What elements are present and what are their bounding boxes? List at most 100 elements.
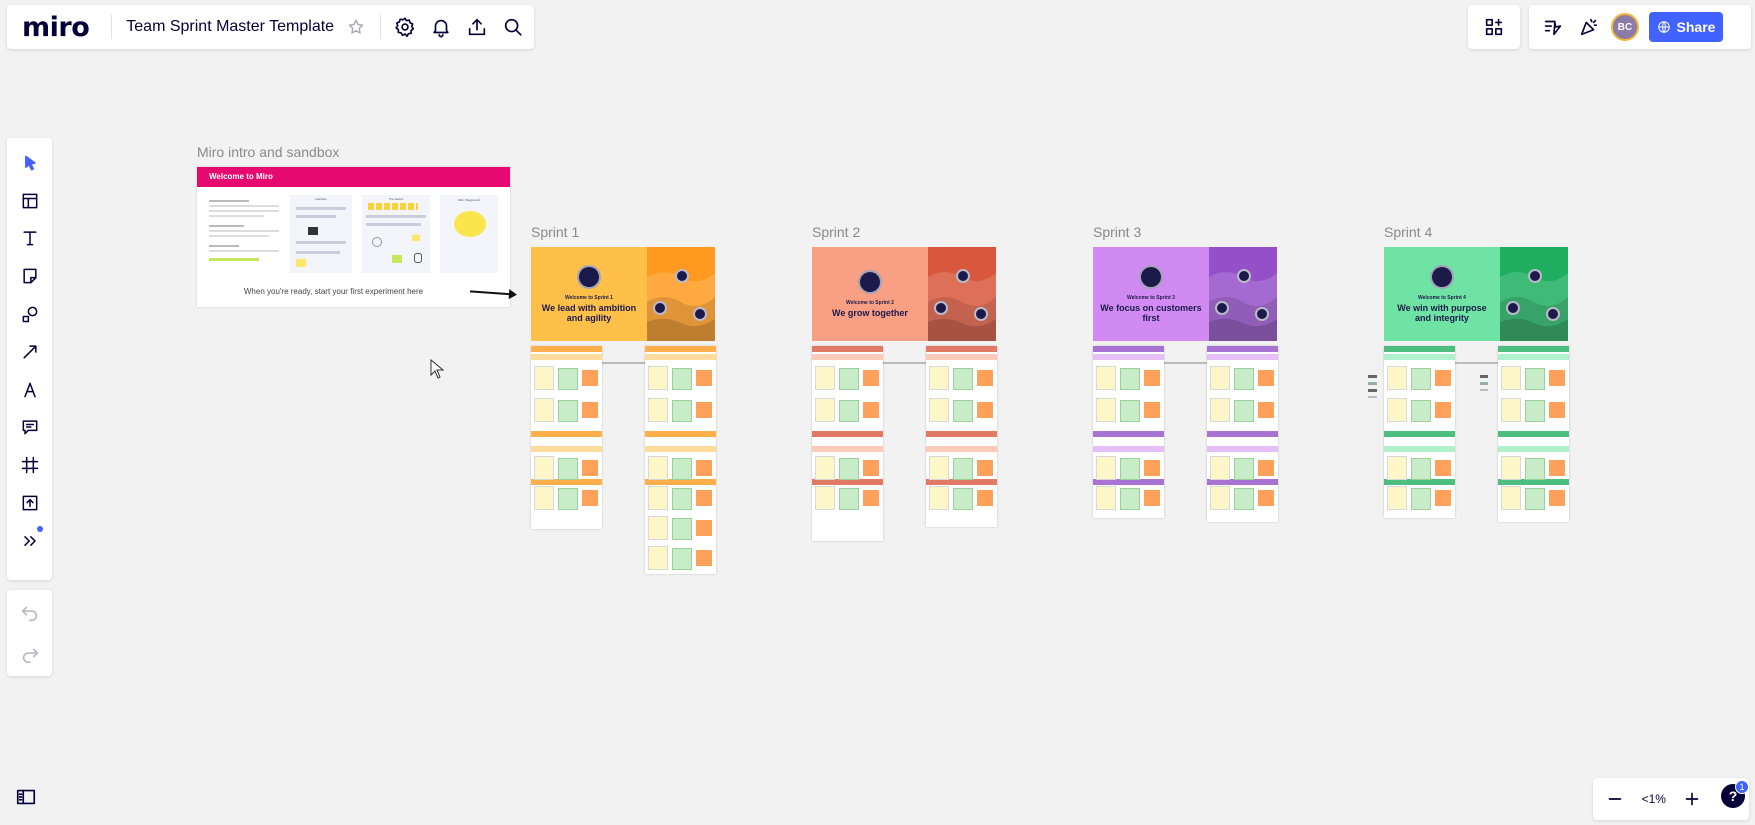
table-card[interactable] [953,400,973,422]
orange-sticky-note[interactable] [1144,402,1160,418]
sticky-card[interactable] [648,516,668,540]
orange-sticky-note[interactable] [1435,370,1451,386]
sticky-card[interactable] [815,366,835,390]
table-card[interactable] [1234,400,1254,422]
orange-sticky-note[interactable] [863,370,879,386]
sprint-2-column-1[interactable] [812,346,883,541]
table-card[interactable] [1234,368,1254,390]
sticky-card[interactable] [1387,486,1407,510]
sprint-2-column-2[interactable] [926,346,997,527]
table-card[interactable] [839,458,859,480]
orange-sticky-note[interactable] [977,402,993,418]
table-card[interactable] [953,368,973,390]
table-card[interactable] [953,458,973,480]
sticky-card[interactable] [534,366,554,390]
table-card[interactable] [1525,488,1545,510]
search-icon[interactable] [495,9,531,45]
sticky-card[interactable] [648,398,668,422]
table-card[interactable] [1411,488,1431,510]
sticky-card[interactable] [1501,456,1521,480]
orange-sticky-note[interactable] [1549,460,1565,476]
orange-sticky-note[interactable] [1144,460,1160,476]
orange-sticky-note[interactable] [977,460,993,476]
sticky-card[interactable] [1210,456,1230,480]
orange-sticky-note[interactable] [1258,402,1274,418]
sticky-card[interactable] [815,398,835,422]
table-card[interactable] [1411,400,1431,422]
settings-gear-icon[interactable] [387,9,423,45]
more-tools-icon[interactable] [11,522,49,560]
user-avatar[interactable]: BC [1611,13,1639,41]
sticky-card[interactable] [1096,398,1116,422]
miro-logo[interactable]: miro [22,12,90,43]
sticky-card[interactable] [648,486,668,510]
frame-label-sprint-3[interactable]: Sprint 3 [1093,224,1141,240]
orange-sticky-note[interactable] [1258,370,1274,386]
table-card[interactable] [672,400,692,422]
sprint-1-column-2[interactable] [645,346,716,574]
sticky-card[interactable] [648,546,668,570]
share-button[interactable]: Share [1649,12,1723,42]
sticky-card[interactable] [1096,366,1116,390]
orange-sticky-note[interactable] [863,490,879,506]
table-card[interactable] [1234,458,1254,480]
connection-line-icon[interactable] [11,333,49,371]
select-icon[interactable] [11,144,49,182]
sticky-card[interactable] [815,486,835,510]
sprint-2-hero[interactable]: Welcome to Sprint 2 We grow together [812,247,996,341]
side-panel-icon[interactable] [8,779,44,815]
orange-sticky-note[interactable] [977,490,993,506]
text-icon[interactable] [11,220,49,258]
sticky-card[interactable] [1387,366,1407,390]
comment-icon[interactable] [11,409,49,447]
sticky-card[interactable] [648,456,668,480]
orange-sticky-note[interactable] [1435,402,1451,418]
orange-sticky-note[interactable] [582,490,598,506]
orange-sticky-note[interactable] [1144,490,1160,506]
table-card[interactable] [953,488,973,510]
sticky-card[interactable] [1387,398,1407,422]
frame-icon[interactable] [11,446,49,484]
table-card[interactable] [1525,368,1545,390]
orange-sticky-note[interactable] [863,460,879,476]
frame-label-sprint-4[interactable]: Sprint 4 [1384,224,1432,240]
sticky-card[interactable] [534,456,554,480]
orange-sticky-note[interactable] [1549,402,1565,418]
orange-sticky-note[interactable] [1258,460,1274,476]
table-card[interactable] [839,400,859,422]
table-card[interactable] [672,368,692,390]
sticky-card[interactable] [1501,366,1521,390]
orange-sticky-note[interactable] [977,370,993,386]
sticky-card[interactable] [648,366,668,390]
presentation-pointer-icon[interactable] [1535,9,1571,45]
orange-sticky-note[interactable] [1258,490,1274,506]
orange-sticky-note[interactable] [582,402,598,418]
sticky-card[interactable] [1501,398,1521,422]
table-card[interactable] [1525,400,1545,422]
board-title[interactable]: Team Sprint Master Template [126,18,334,36]
table-card[interactable] [672,518,692,540]
table-card[interactable] [1411,368,1431,390]
orange-sticky-note[interactable] [1549,490,1565,506]
frame-label-intro[interactable]: Miro intro and sandbox [197,144,339,160]
sticky-note-icon[interactable] [11,257,49,295]
zoom-in-icon[interactable] [1674,781,1710,817]
table-card[interactable] [672,548,692,570]
orange-sticky-note[interactable] [863,402,879,418]
table-card[interactable] [1234,488,1254,510]
frame-label-sprint-2[interactable]: Sprint 2 [812,224,860,240]
table-card[interactable] [558,458,578,480]
sticky-card[interactable] [929,456,949,480]
redo-icon[interactable] [12,636,48,672]
orange-sticky-note[interactable] [1549,370,1565,386]
table-card[interactable] [1120,400,1140,422]
table-card[interactable] [1120,488,1140,510]
orange-sticky-note[interactable] [1435,490,1451,506]
table-card[interactable] [1120,368,1140,390]
sprint-4-column-2[interactable] [1498,346,1569,522]
sprint-3-hero[interactable]: Welcome to Sprint 3 We focus on customer… [1093,247,1277,341]
sticky-card[interactable] [815,456,835,480]
orange-sticky-note[interactable] [696,550,712,566]
shapes-icon[interactable] [11,295,49,333]
sticky-card[interactable] [1210,398,1230,422]
